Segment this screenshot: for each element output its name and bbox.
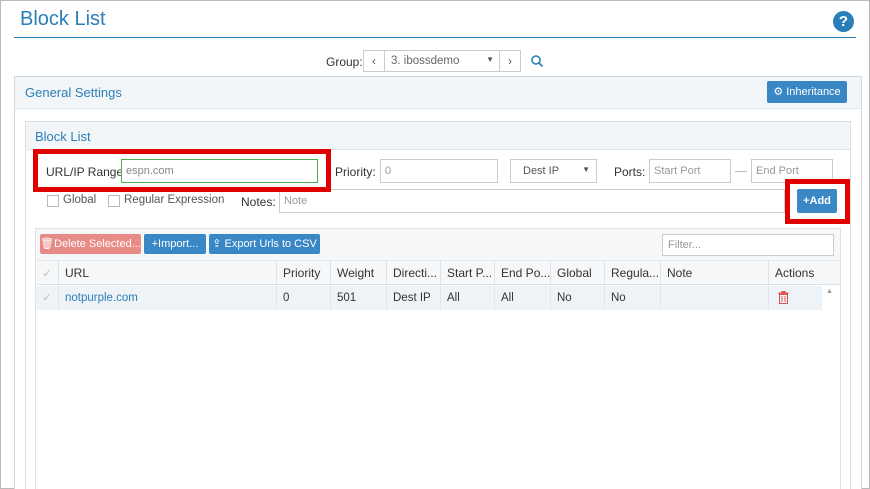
direction-select-value: Dest IP xyxy=(523,165,560,177)
column-header-actions: Actions xyxy=(768,261,822,285)
notes-textarea[interactable]: Note xyxy=(279,189,785,213)
column-header-url[interactable]: URL xyxy=(58,261,276,285)
select-all-checkbox[interactable]: ✓ xyxy=(36,261,58,285)
chevron-down-icon: ▼ xyxy=(582,165,590,174)
ports-label: Ports: xyxy=(614,165,646,179)
gear-icon: ⚙ xyxy=(773,86,784,98)
trash-icon: 🗑 xyxy=(40,238,55,250)
table-header: ✓ URL Priority Weight Directi... Start P… xyxy=(36,261,840,285)
export-csv-button[interactable]: ⇪ Export Urls to CSV xyxy=(209,234,320,254)
group-selector: Group: ‹ 3. ibossdemo ▼ › xyxy=(0,50,870,74)
start-port-input[interactable]: Start Port xyxy=(649,159,731,183)
global-label: Global xyxy=(63,194,97,206)
title-divider xyxy=(14,37,856,38)
inheritance-button[interactable]: ⚙ Inheritance xyxy=(767,81,847,103)
cell-start-port: All xyxy=(440,286,494,310)
group-select-value: 3. ibossdemo xyxy=(391,55,460,67)
column-header-direction[interactable]: Directi... xyxy=(386,261,440,285)
direction-select[interactable]: Dest IP ▼ xyxy=(510,159,597,183)
group-prev-button[interactable]: ‹ xyxy=(363,50,385,72)
cell-end-port: All xyxy=(494,286,550,310)
cell-priority: 0 xyxy=(276,286,330,310)
port-range-separator xyxy=(735,171,747,172)
global-checkbox[interactable] xyxy=(47,195,59,207)
priority-input[interactable]: 0 xyxy=(380,159,498,183)
delete-selected-label: Delete Selected... xyxy=(54,238,141,250)
column-header-priority[interactable]: Priority xyxy=(276,261,330,285)
priority-label: Priority: xyxy=(335,165,376,179)
url-field-highlight xyxy=(33,149,331,192)
cell-regex: No xyxy=(604,286,660,310)
upload-icon: ⇪ xyxy=(212,238,222,250)
check-icon: ✓ xyxy=(42,268,52,280)
column-header-note[interactable]: Note xyxy=(660,261,768,285)
cell-weight: 501 xyxy=(330,286,386,310)
grid-toolbar: 🗑Delete Selected... +Import... ⇪ Export … xyxy=(36,229,840,261)
group-label: Group: xyxy=(326,55,363,69)
table-row[interactable]: ✓ notpurple.com 0 501 Dest IP All All No… xyxy=(36,286,822,310)
chevron-down-icon: ▼ xyxy=(486,55,494,64)
block-list-grid: 🗑Delete Selected... +Import... ⇪ Export … xyxy=(35,228,841,489)
import-button[interactable]: +Import... xyxy=(144,234,206,254)
add-button-highlight xyxy=(785,179,850,224)
export-csv-label: Export Urls to CSV xyxy=(224,238,317,250)
regex-checkbox[interactable] xyxy=(108,195,120,207)
block-list-header: Block List xyxy=(26,122,850,150)
column-header-end-port[interactable]: End Po... xyxy=(494,261,550,285)
cell-url[interactable]: notpurple.com xyxy=(58,286,276,310)
page-title: Block List xyxy=(20,8,106,30)
notes-label: Notes: xyxy=(241,195,276,209)
column-header-global[interactable]: Global xyxy=(550,261,604,285)
block-list-title: Block List xyxy=(35,129,91,144)
column-header-regex[interactable]: Regula... xyxy=(604,261,660,285)
trash-icon[interactable] xyxy=(778,291,789,304)
regex-label: Regular Expression xyxy=(124,194,225,206)
column-header-start-port[interactable]: Start P... xyxy=(440,261,494,285)
help-icon[interactable]: ? xyxy=(833,11,854,32)
check-icon: ✓ xyxy=(42,292,52,304)
search-icon[interactable] xyxy=(530,54,544,68)
filter-input[interactable]: Filter... xyxy=(662,234,834,256)
column-header-weight[interactable]: Weight xyxy=(330,261,386,285)
general-settings-title: General Settings xyxy=(25,85,122,100)
group-select[interactable]: 3. ibossdemo ▼ xyxy=(385,50,500,72)
cell-direction: Dest IP xyxy=(386,286,440,310)
general-settings-header: General Settings ⚙ Inheritance xyxy=(15,77,861,109)
cell-global: No xyxy=(550,286,604,310)
group-next-button[interactable]: › xyxy=(499,50,521,72)
table-scrollbar[interactable]: ▲ xyxy=(824,286,838,489)
scroll-up-icon[interactable]: ▲ xyxy=(826,288,833,295)
cell-note xyxy=(660,286,768,310)
inheritance-label: Inheritance xyxy=(786,86,841,98)
import-label: Import... xyxy=(158,238,199,250)
cell-actions xyxy=(768,286,822,310)
delete-selected-button[interactable]: 🗑Delete Selected... xyxy=(40,234,141,254)
row-checkbox[interactable]: ✓ xyxy=(36,286,58,310)
